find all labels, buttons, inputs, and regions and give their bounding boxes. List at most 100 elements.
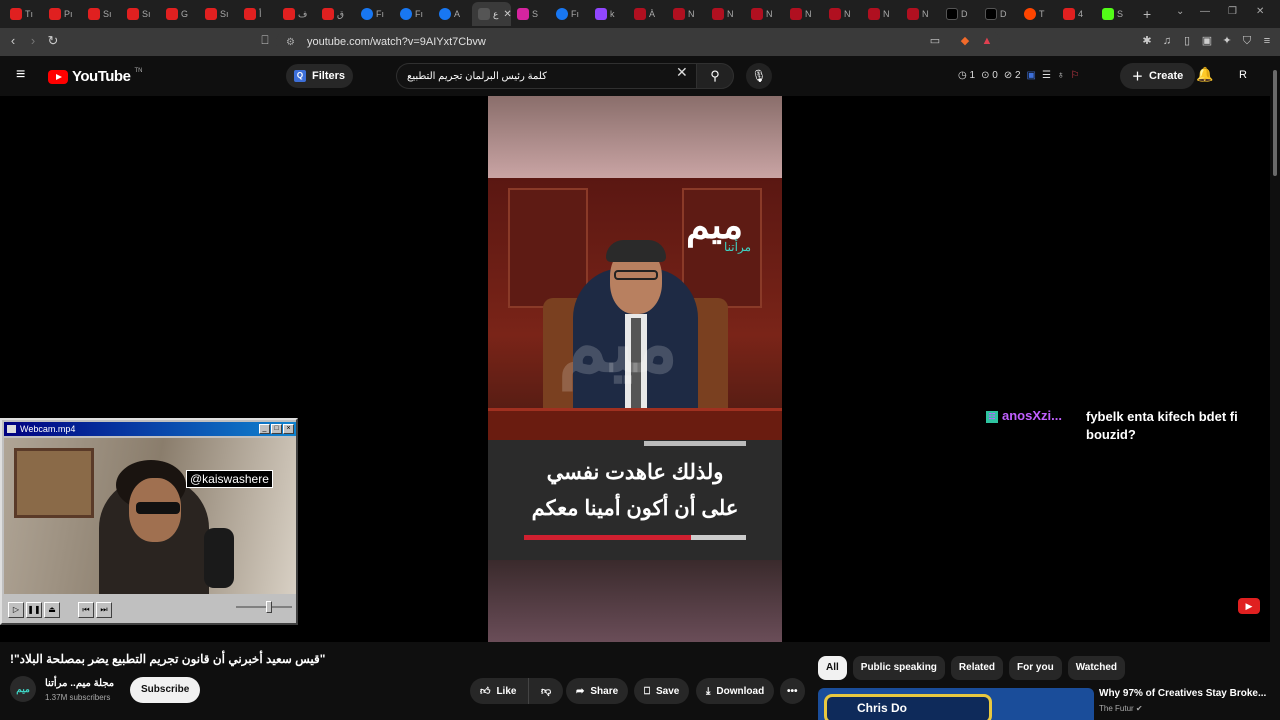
browser-tab[interactable]: N <box>667 2 706 26</box>
browser-tab[interactable]: G <box>160 2 199 26</box>
browser-tab[interactable]: ف <box>277 2 316 26</box>
clear-search-icon[interactable]: ✕ <box>676 64 688 81</box>
close-window-icon[interactable]: ✕ <box>1256 6 1264 17</box>
filters-button[interactable]: Q Filters <box>286 64 354 88</box>
browser-tab[interactable]: أ <box>238 2 277 26</box>
chip-related[interactable]: Related <box>950 656 1004 680</box>
browser-tab[interactable]: N <box>784 2 823 26</box>
bookmark-icon[interactable]: ⎕ <box>256 33 274 48</box>
channel-avatar[interactable]: ميم <box>10 676 36 702</box>
back-icon[interactable]: ‹ <box>4 33 22 48</box>
next-icon[interactable]: ⏭ <box>96 602 112 618</box>
browser-tab[interactable]: N <box>901 2 940 26</box>
award-icon[interactable]: ♁ <box>1057 70 1065 81</box>
create-button[interactable]: ＋ Create <box>1120 63 1196 89</box>
search-button[interactable]: ⚲ <box>696 63 734 89</box>
n-favicon-icon <box>751 8 763 20</box>
youtube-logo[interactable]: YouTube TN <box>48 68 142 85</box>
pause-icon[interactable]: ❚❚ <box>26 602 42 618</box>
restore-icon[interactable]: ❐ <box>1228 6 1237 17</box>
chip-public-speaking[interactable]: Public speaking <box>852 656 945 680</box>
chip-watched[interactable]: Watched <box>1067 656 1126 680</box>
menu-icon[interactable]: ≡ <box>1260 34 1274 48</box>
browser-tab[interactable]: ق <box>316 2 355 26</box>
browser-tab[interactable]: D <box>979 2 1018 26</box>
browser-tab[interactable]: Fı <box>394 2 433 26</box>
hamburger-icon[interactable]: ≡ <box>16 66 25 84</box>
share-button[interactable]: ➦ Share <box>566 678 629 704</box>
list-icon[interactable]: ☰ <box>1042 70 1051 81</box>
search-input[interactable]: كلمة رئيس البرلمان تجريم التطبيع <box>396 63 696 89</box>
recommendation-channel[interactable]: The Futur ✔ <box>1099 704 1143 713</box>
browser-tab[interactable]: T <box>1018 2 1057 26</box>
dislike-button[interactable]: 👎︎ <box>528 678 564 704</box>
q-ext-icon[interactable]: ▣ <box>1027 70 1036 81</box>
close-icon[interactable]: × <box>283 424 294 434</box>
subscribe-button[interactable]: Subscribe <box>130 677 201 703</box>
browser-tab[interactable]: 4 <box>1057 2 1096 26</box>
browser-tab[interactable]: S <box>1096 2 1135 26</box>
browser-tab[interactable]: D <box>940 2 979 26</box>
channel-name[interactable]: مجلة ميم.. مرأتنا <box>45 678 114 689</box>
download-button[interactable]: ⤓ Download <box>696 678 775 704</box>
browser-tab[interactable]: Fı <box>355 2 394 26</box>
volume-knob[interactable] <box>266 601 272 613</box>
save-button[interactable]: ⎕ Save <box>634 678 690 704</box>
tab-search-icon[interactable]: ⌄ <box>1176 6 1184 17</box>
browser-tab[interactable]: N <box>862 2 901 26</box>
scrollbar-thumb[interactable] <box>1273 70 1277 176</box>
tab-label: G <box>181 9 189 19</box>
like-button[interactable]: 👍︎ Like <box>470 678 531 704</box>
alert-icon[interactable]: ⚐ <box>1070 70 1079 81</box>
brave-shield-icon[interactable]: ◆ <box>958 34 972 48</box>
browser-tab[interactable]: k <box>589 2 628 26</box>
close-tab-icon[interactable]: ✕ <box>503 9 511 20</box>
browser-tab[interactable]: Sı <box>121 2 160 26</box>
page-scrollbar[interactable] <box>1270 56 1280 720</box>
webcam-title-bar[interactable]: Webcam.mp4 _ □ × <box>4 422 296 436</box>
more-actions-button[interactable]: ••• <box>780 678 805 704</box>
forward-icon[interactable]: › <box>24 33 42 48</box>
browser-tab[interactable]: A <box>433 2 472 26</box>
maximize-icon[interactable]: □ <box>271 424 282 434</box>
browser-tab[interactable]: ع ✕ <box>472 2 511 26</box>
browser-tab[interactable]: S <box>511 2 550 26</box>
chip-all[interactable]: All <box>818 656 847 680</box>
volume-slider[interactable] <box>236 601 292 613</box>
address-bar[interactable]: ⚙ youtube.com/watch?v=9AIYxt7Cbvw <box>276 30 1000 54</box>
avatar[interactable]: R <box>1232 64 1254 86</box>
rewards-icon[interactable]: ▲ <box>980 34 994 48</box>
new-tab-icon[interactable]: + <box>1143 6 1151 22</box>
sidebar-icon[interactable]: ▯ <box>1180 34 1194 48</box>
leo-icon[interactable]: ✦ <box>1220 34 1234 48</box>
chip-for-you[interactable]: For you <box>1009 656 1062 680</box>
browser-tab[interactable]: N <box>706 2 745 26</box>
site-info-icon[interactable]: ⚙ <box>286 37 295 48</box>
browser-tab[interactable]: Pı <box>43 2 82 26</box>
wallet-icon[interactable]: ▣ <box>1200 34 1214 48</box>
browser-tab[interactable]: Fı <box>550 2 589 26</box>
tab-label: N <box>922 9 929 19</box>
fb-favicon-icon <box>439 8 451 20</box>
play-icon[interactable]: ▷ <box>8 602 24 618</box>
youtube-overlay-icon[interactable]: ▶ <box>1238 598 1260 614</box>
browser-tab[interactable]: À <box>628 2 667 26</box>
minimize-icon[interactable]: — <box>1200 6 1210 17</box>
vpn-icon[interactable]: ⛉ <box>1240 34 1254 48</box>
browser-tab[interactable]: N <box>745 2 784 26</box>
prev-icon[interactable]: ⏮ <box>78 602 94 618</box>
browser-tab[interactable]: N <box>823 2 862 26</box>
browser-tab[interactable]: Sı <box>199 2 238 26</box>
browser-tab[interactable]: Sı <box>82 2 121 26</box>
notifications-icon[interactable]: 🔔 <box>1196 66 1213 83</box>
cast-icon[interactable]: ▭ <box>928 34 942 48</box>
media-icon[interactable]: ♫ <box>1160 34 1174 48</box>
minimize-icon[interactable]: _ <box>259 424 270 434</box>
recommendation-thumbnail[interactable]: Chris Do <box>818 688 1094 720</box>
recommendation-title[interactable]: Why 97% of Creatives Stay Broke... <box>1099 688 1266 699</box>
extensions-icon[interactable]: ✱ <box>1140 34 1154 48</box>
reload-icon[interactable]: ↻ <box>44 33 62 49</box>
voice-search-button[interactable]: 🎙 <box>746 63 772 89</box>
browser-tab[interactable]: Tı <box>4 2 43 26</box>
eject-icon[interactable]: ⏏ <box>44 602 60 618</box>
